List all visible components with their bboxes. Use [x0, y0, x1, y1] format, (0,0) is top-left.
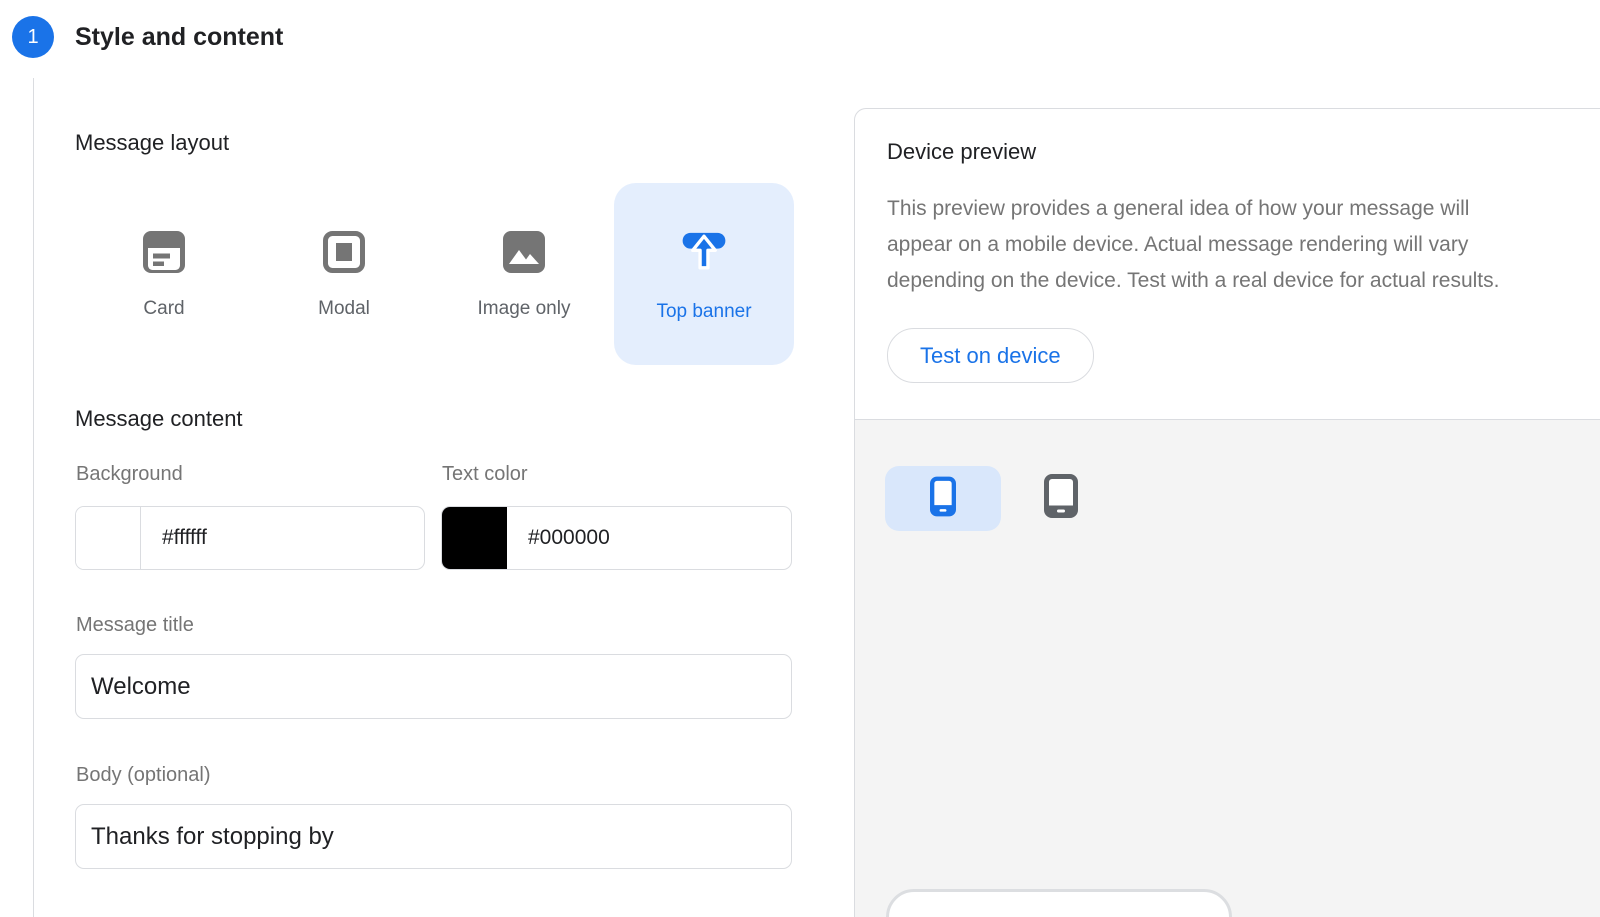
body-field — [75, 804, 792, 869]
layout-option-label: Top banner — [656, 301, 751, 323]
layout-option-label: Card — [143, 298, 184, 320]
modal-layout-icon — [320, 228, 368, 281]
layout-option-label: Image only — [478, 298, 571, 320]
step-number: 1 — [27, 26, 38, 49]
phone-preview-toggle[interactable] — [885, 466, 1001, 531]
background-color-field — [75, 506, 425, 570]
background-hex-input[interactable] — [141, 507, 424, 569]
device-preview-card: Device preview This preview provides a g… — [854, 108, 1600, 917]
text-color-label: Text color — [442, 463, 528, 486]
message-layout-heading: Message layout — [75, 130, 229, 156]
smartphone-icon — [930, 475, 956, 523]
description-line: appear on a mobile device. Actual messag… — [887, 227, 1499, 263]
background-swatch[interactable] — [76, 507, 141, 569]
text-color-hex-input[interactable] — [507, 507, 791, 569]
step-number-badge: 1 — [12, 16, 54, 58]
stepper-connector-line — [33, 78, 34, 917]
layout-option-card[interactable]: Card — [74, 183, 254, 365]
tablet-preview-toggle[interactable] — [1003, 466, 1119, 531]
test-on-device-label: Test on device — [920, 343, 1061, 369]
layout-option-label: Modal — [318, 298, 370, 320]
text-color-field — [441, 506, 792, 570]
message-title-input[interactable] — [76, 655, 791, 718]
layout-options-group: Card Modal Image only Top banner — [74, 183, 794, 365]
message-content-heading: Message content — [75, 406, 243, 432]
tablet-icon — [1044, 474, 1078, 523]
message-title-label: Message title — [76, 614, 194, 637]
description-line: This preview provides a general idea of … — [887, 191, 1499, 227]
card-layout-icon — [140, 228, 188, 281]
device-preview-description: This preview provides a general idea of … — [887, 191, 1499, 299]
layout-option-image-only[interactable]: Image only — [434, 183, 614, 365]
phone-mockup: Welcome Thanks for stopping by — [886, 889, 1232, 917]
background-label: Background — [76, 463, 183, 486]
top-banner-layout-icon — [677, 225, 731, 284]
device-preview-title: Device preview — [887, 139, 1036, 165]
device-preview-header: Device preview This preview provides a g… — [855, 109, 1600, 419]
layout-option-modal[interactable]: Modal — [254, 183, 434, 365]
text-color-swatch[interactable] — [442, 507, 507, 569]
body-label: Body (optional) — [76, 764, 211, 787]
message-title-field — [75, 654, 792, 719]
device-preview-canvas: Welcome Thanks for stopping by — [855, 419, 1600, 917]
body-input[interactable] — [76, 805, 791, 868]
image-only-layout-icon — [500, 228, 548, 281]
layout-option-top-banner[interactable]: Top banner — [614, 183, 794, 365]
page-title: Style and content — [75, 23, 283, 52]
description-line: depending on the device. Test with a rea… — [887, 263, 1499, 299]
test-on-device-button[interactable]: Test on device — [887, 328, 1094, 383]
